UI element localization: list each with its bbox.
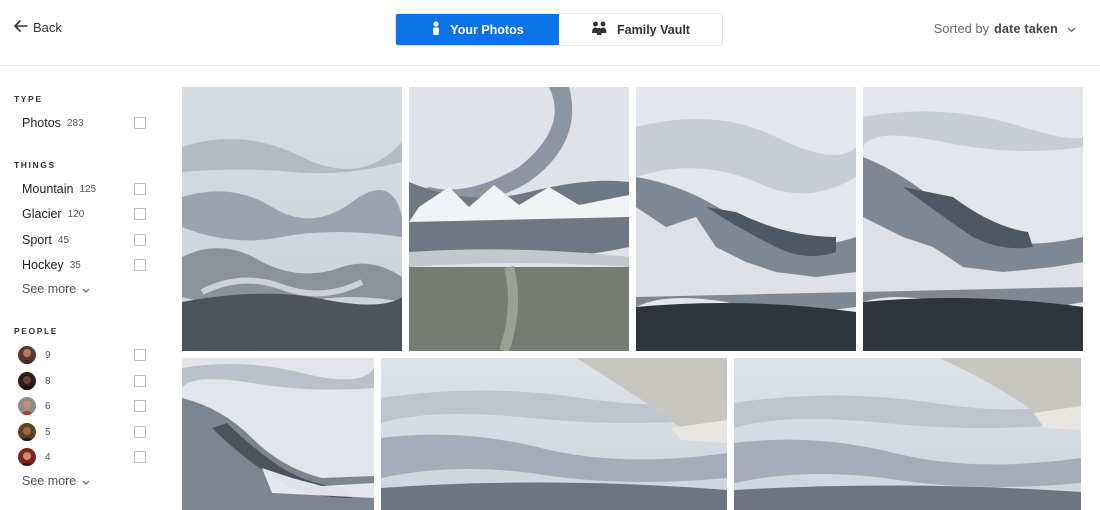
section-title-type: TYPE — [14, 94, 43, 104]
filter-checkbox[interactable] — [134, 183, 146, 195]
person-filter-4[interactable]: 5 — [18, 422, 146, 442]
top-bar: Back Your Photos Family Vault Sorted by … — [0, 0, 1100, 66]
person-count: 4 — [45, 451, 51, 463]
filter-checkbox[interactable] — [134, 117, 146, 129]
photo-thumbnail[interactable] — [636, 87, 856, 351]
filter-checkbox[interactable] — [134, 375, 146, 387]
see-more-label: See more — [22, 474, 77, 488]
photo-thumbnail[interactable] — [182, 87, 402, 351]
avatar — [18, 372, 36, 390]
filter-label: Glacier — [22, 207, 62, 221]
section-title-things: THINGS — [14, 160, 56, 170]
filter-label: Hockey — [22, 258, 64, 272]
tab-label: Family Vault — [617, 22, 690, 37]
filter-count: 120 — [67, 208, 85, 220]
filter-glacier[interactable]: Glacier 120 — [22, 205, 146, 223]
filter-sport[interactable]: Sport 45 — [22, 231, 146, 249]
arrow-left-icon — [14, 20, 28, 35]
view-toggle: Your Photos Family Vault — [395, 13, 723, 46]
filter-mountain[interactable]: Mountain 125 — [22, 180, 146, 198]
filter-checkbox[interactable] — [134, 208, 146, 220]
filter-checkbox[interactable] — [134, 426, 146, 438]
filter-label: Photos — [22, 116, 61, 130]
chevron-down-icon — [1063, 22, 1076, 36]
tab-label: Your Photos — [450, 22, 524, 37]
person-filter-3[interactable]: 6 — [18, 396, 146, 416]
person-filter-1[interactable]: 9 — [18, 345, 146, 365]
avatar — [18, 423, 36, 441]
people-see-more-link[interactable]: See more — [22, 474, 90, 488]
person-count: 9 — [45, 349, 51, 361]
person-count: 5 — [45, 426, 51, 438]
family-icon — [591, 21, 608, 38]
filter-checkbox[interactable] — [134, 451, 146, 463]
filter-count: 125 — [79, 183, 97, 195]
chevron-down-icon — [82, 282, 90, 296]
person-count: 6 — [45, 400, 51, 412]
avatar — [18, 448, 36, 466]
back-button[interactable]: Back — [14, 20, 62, 35]
filter-photos[interactable]: Photos 283 — [22, 114, 146, 132]
chevron-down-icon — [82, 474, 90, 488]
filter-hockey[interactable]: Hockey 35 — [22, 256, 146, 274]
filter-checkbox[interactable] — [134, 259, 146, 271]
filter-sidebar: TYPE Photos 283 THINGS Mountain 125 Glac… — [0, 66, 170, 510]
tab-family-vault[interactable]: Family Vault — [559, 14, 722, 45]
avatar — [18, 346, 36, 364]
filter-checkbox[interactable] — [134, 349, 146, 361]
person-icon — [431, 20, 441, 39]
filter-count: 283 — [66, 117, 84, 129]
filter-checkbox[interactable] — [134, 234, 146, 246]
filter-label: Sport — [22, 233, 52, 247]
photo-thumbnail[interactable] — [734, 358, 1081, 510]
avatar — [18, 397, 36, 415]
photo-thumbnail[interactable] — [409, 87, 629, 351]
things-see-more-link[interactable]: See more — [22, 282, 90, 296]
person-filter-2[interactable]: 8 — [18, 371, 146, 391]
person-count: 8 — [45, 375, 51, 387]
sort-prefix: Sorted by — [933, 22, 990, 36]
photo-thumbnail[interactable] — [863, 87, 1083, 351]
tab-your-photos[interactable]: Your Photos — [396, 14, 559, 45]
see-more-label: See more — [22, 282, 77, 296]
section-title-people: PEOPLE — [14, 326, 59, 336]
filter-checkbox[interactable] — [134, 400, 146, 412]
sort-dropdown[interactable]: Sorted by date taken — [934, 22, 1076, 36]
filter-count: 35 — [69, 259, 81, 271]
filter-count: 45 — [57, 234, 70, 246]
sort-value: date taken — [994, 22, 1058, 36]
filter-label: Mountain — [22, 182, 74, 196]
back-label: Back — [33, 20, 62, 35]
photo-thumbnail[interactable] — [182, 358, 374, 510]
photo-thumbnail[interactable] — [381, 358, 727, 510]
person-filter-5[interactable]: 4 — [18, 447, 146, 467]
